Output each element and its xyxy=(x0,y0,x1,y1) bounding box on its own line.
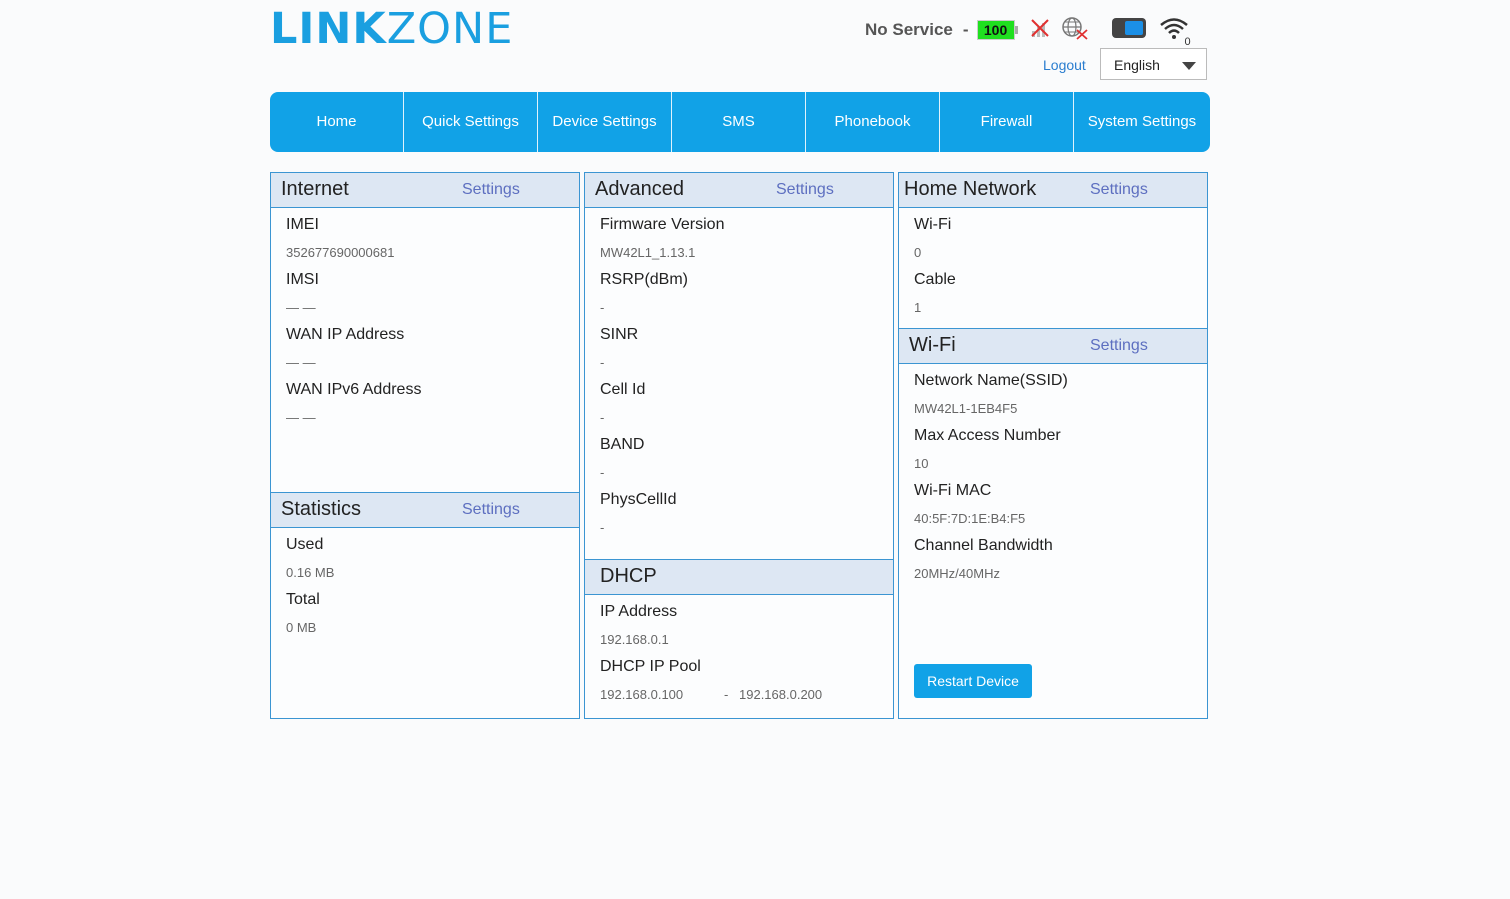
language-select[interactable]: English xyxy=(1100,48,1207,80)
wan-ip-label: WAN IP Address xyxy=(286,326,405,343)
wan-ipv6-value: — — xyxy=(286,410,316,425)
wifi-clients-value: 0 xyxy=(914,245,922,260)
firmware-label: Firmware Version xyxy=(600,216,725,233)
cable-clients-value: 1 xyxy=(914,300,922,315)
statistics-panel: Statistics Settings Used 0.16 MB Total 0… xyxy=(270,492,580,719)
rsrp-label: RSRP(dBm) xyxy=(600,271,689,288)
rsrp-value: - xyxy=(600,300,605,315)
dhcp-panel-header: DHCP xyxy=(585,560,893,595)
used-label: Used xyxy=(286,536,324,553)
cell-id-label: Cell Id xyxy=(600,381,646,398)
wan-ipv6-label: WAN IPv6 Address xyxy=(286,381,422,398)
internet-settings-link[interactable]: Settings xyxy=(462,181,520,199)
used-value: 0.16 MB xyxy=(286,565,335,580)
home-network-panel: Home Network Settings Wi-Fi 0 Cable 1 xyxy=(898,172,1208,329)
wifi-clients-label: Wi-Fi xyxy=(914,216,952,233)
wifi-icon: 0 xyxy=(1159,15,1191,48)
advanced-panel-header: Advanced Settings xyxy=(585,173,893,208)
nav-firewall[interactable]: Firewall xyxy=(940,92,1074,152)
main-nav: Home Quick Settings Device Settings SMS … xyxy=(270,92,1210,152)
internet-panel-header: Internet Settings xyxy=(271,173,579,208)
dhcp-pool-separator: - xyxy=(724,687,729,702)
dhcp-pool-label: DHCP IP Pool xyxy=(600,658,701,675)
max-access-value: 10 xyxy=(914,456,929,471)
logout-link[interactable]: Logout xyxy=(1043,57,1086,73)
nav-home[interactable]: Home xyxy=(270,92,404,152)
panel-title: Home Network xyxy=(904,178,1037,200)
nav-sms[interactable]: SMS xyxy=(672,92,806,152)
dhcp-pool-end: 192.168.0.200 xyxy=(739,687,823,702)
panel-title: Advanced xyxy=(595,178,684,200)
band-label: BAND xyxy=(600,436,645,453)
total-value: 0 MB xyxy=(286,620,317,635)
band-value: - xyxy=(600,465,605,480)
nav-phonebook[interactable]: Phonebook xyxy=(806,92,940,152)
home-network-panel-header: Home Network Settings xyxy=(899,173,1207,208)
statistics-panel-header: Statistics Settings xyxy=(271,493,579,528)
wifi-client-count: 0 xyxy=(1184,35,1191,48)
battery-indicator: 100 xyxy=(976,20,1018,40)
home-network-settings-link[interactable]: Settings xyxy=(1090,181,1148,199)
language-selected: English xyxy=(1114,57,1160,73)
cable-clients-label: Cable xyxy=(914,271,956,288)
dhcp-pool-start: 192.168.0.100 xyxy=(600,687,684,702)
max-access-label: Max Access Number xyxy=(914,427,1061,444)
wifi-mac-value: 40:5F:7D:1E:B4:F5 xyxy=(914,511,1026,526)
wifi-settings-link[interactable]: Settings xyxy=(1090,337,1148,355)
channel-bandwidth-label: Channel Bandwidth xyxy=(914,537,1053,554)
firmware-value: MW42L1_1.13.1 xyxy=(600,245,696,260)
wifi-mac-label: Wi-Fi MAC xyxy=(914,482,992,499)
phys-cell-id-label: PhysCellId xyxy=(600,491,677,508)
statistics-settings-link[interactable]: Settings xyxy=(462,501,520,519)
wifi-panel-header: Wi-Fi Settings xyxy=(899,329,1207,364)
panel-title: Statistics xyxy=(281,498,362,520)
linkzone-logo: LINKZONE xyxy=(270,4,513,54)
phys-cell-id-value: - xyxy=(600,520,605,535)
dhcp-ip-label: IP Address xyxy=(600,603,678,620)
imei-value: 352677690000681 xyxy=(286,245,395,260)
imei-label: IMEI xyxy=(286,216,319,233)
imsi-label: IMSI xyxy=(286,271,319,288)
sinr-value: - xyxy=(600,355,605,370)
imsi-value: — — xyxy=(286,300,316,315)
sinr-label: SINR xyxy=(600,326,639,343)
advanced-panel: Advanced Settings Firmware Version MW42L… xyxy=(584,172,894,560)
nav-system-settings[interactable]: System Settings xyxy=(1074,92,1210,152)
wan-ip-value: — — xyxy=(286,355,316,370)
logo-zone-text: ZONE xyxy=(386,4,514,54)
total-label: Total xyxy=(286,591,320,608)
nav-quick-settings[interactable]: Quick Settings xyxy=(404,92,538,152)
dhcp-ip-value: 192.168.0.1 xyxy=(600,632,669,647)
panel-title: Wi-Fi xyxy=(909,334,956,356)
internet-panel: Internet Settings IMEI 352677690000681 I… xyxy=(270,172,580,493)
dhcp-panel: DHCP IP Address 192.168.0.1 DHCP IP Pool… xyxy=(584,559,894,719)
advanced-settings-link[interactable]: Settings xyxy=(776,181,834,199)
sim-card-icon xyxy=(1111,16,1149,45)
panel-title: DHCP xyxy=(600,565,657,587)
internet-disconnected-icon xyxy=(1061,16,1089,45)
network-status: No Service xyxy=(865,20,953,39)
wifi-panel: Wi-Fi Settings Network Name(SSID) MW42L1… xyxy=(898,328,1208,719)
logo-link-text: LINK xyxy=(270,4,387,54)
panel-title: Internet xyxy=(281,178,349,200)
status-separator: - xyxy=(962,20,969,39)
restart-device-button[interactable]: Restart Device xyxy=(914,664,1032,698)
ssid-label: Network Name(SSID) xyxy=(914,372,1068,389)
status-bar: No Service - 100 0 xyxy=(865,15,1191,48)
nav-device-settings[interactable]: Device Settings xyxy=(538,92,672,152)
cell-id-value: - xyxy=(600,410,605,425)
chevron-down-icon xyxy=(1182,62,1196,70)
signal-off-icon xyxy=(1029,17,1051,44)
ssid-value: MW42L1-1EB4F5 xyxy=(914,401,1018,416)
channel-bandwidth-value: 20MHz/40MHz xyxy=(914,566,1000,581)
